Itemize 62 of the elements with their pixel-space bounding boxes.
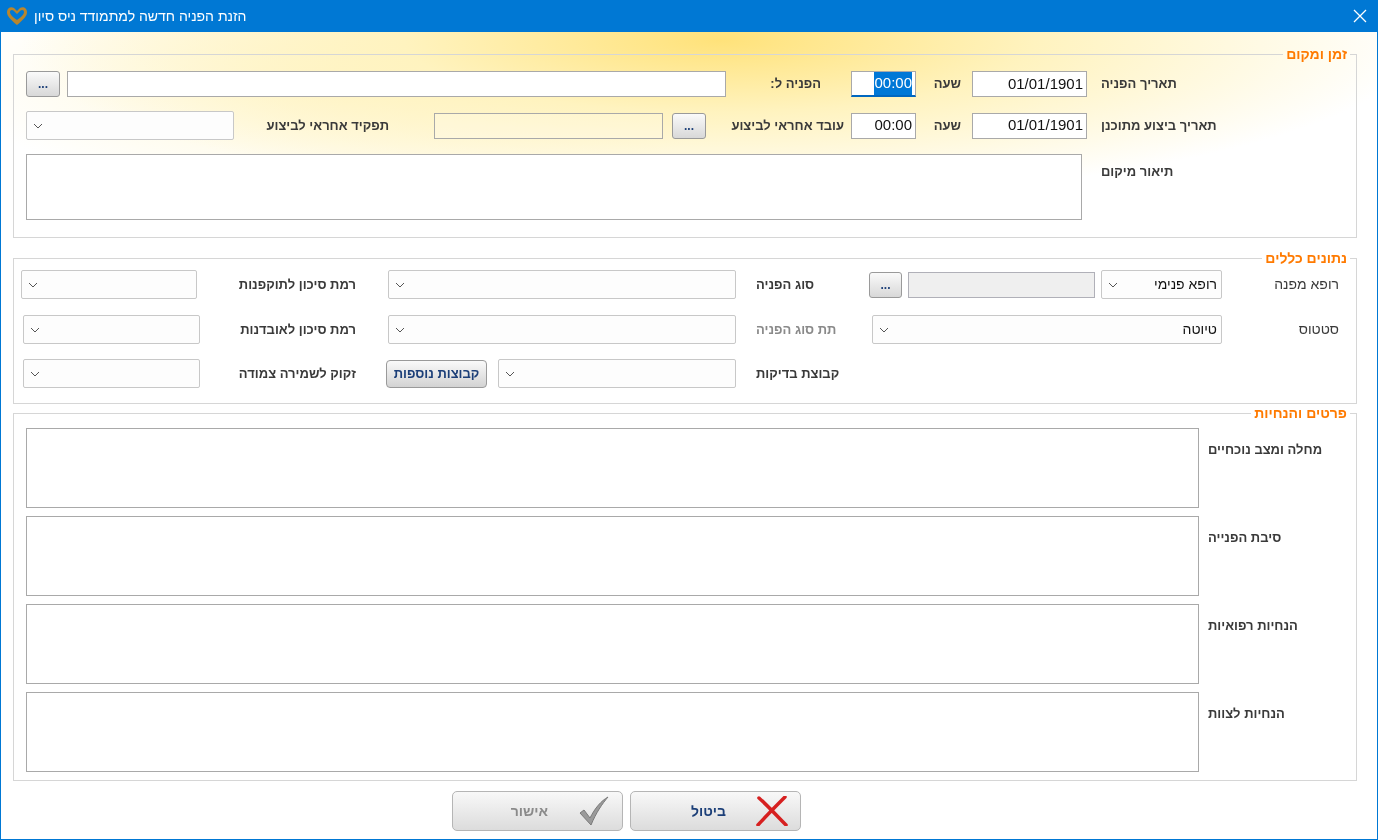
chevron-icon (28, 281, 38, 288)
browse-button[interactable]: ... (672, 112, 706, 139)
section-title: נתונים כללים (1264, 249, 1348, 267)
field-label: תיאור מיקום (1101, 163, 1175, 181)
input-field[interactable] (434, 112, 663, 139)
checkmark-icon (578, 796, 610, 826)
field-label: קבוצת בדיקות (756, 364, 841, 383)
field-label: רופא מפנה (1273, 275, 1339, 294)
field-label: עובד אחראי לביצוע (730, 116, 844, 135)
dropdown[interactable] (388, 270, 736, 299)
field-label: תפקיד אחראי לביצוע (265, 116, 389, 135)
dropdown[interactable]: טיוטה (872, 315, 1222, 344)
field-label: רמת סיכון לתוקפנות (237, 275, 356, 294)
chevron-icon (879, 326, 889, 333)
window-title: הזנת הפניה חדשה למתמודד ניס סיון (34, 6, 247, 26)
chevron-icon (395, 281, 405, 288)
text-area[interactable] (26, 692, 1199, 772)
time-field[interactable]: 00:00 (851, 112, 916, 139)
dropdown[interactable]: רופא פנימי (1101, 270, 1222, 299)
text-area[interactable] (26, 516, 1199, 596)
dropdown[interactable] (26, 111, 234, 140)
field-label: תת סוג הפניה (756, 320, 838, 339)
chevron-icon (1108, 281, 1118, 288)
browse-button[interactable]: ... (26, 71, 60, 97)
chevron-icon (30, 326, 40, 333)
close-icon (1353, 9, 1367, 23)
field-label: סוג הפניה (756, 275, 816, 294)
dropdown[interactable] (498, 359, 736, 388)
dropdown[interactable] (23, 359, 200, 388)
dropdown[interactable] (21, 270, 197, 299)
field-label: סטטוס (1297, 320, 1339, 339)
input-field[interactable] (67, 71, 726, 97)
field-label: תאריך ביצוע מתוכנן (1101, 116, 1218, 135)
field-label: הפניה ל: (769, 75, 821, 94)
text-area[interactable] (26, 154, 1082, 220)
field-label: רמת סיכון לאובדנות (239, 320, 356, 339)
chevron-icon (395, 326, 405, 333)
x-icon (756, 796, 788, 826)
text-area[interactable] (26, 428, 1199, 508)
date-field[interactable]: 01/01/1901 (972, 71, 1087, 97)
text-area[interactable] (26, 604, 1199, 684)
cancel-button[interactable]: ביטול (630, 791, 801, 831)
date-field[interactable]: 01/01/1901 (972, 112, 1087, 139)
time-field[interactable]: 00:00 (851, 71, 916, 97)
heart-icon (6, 6, 28, 26)
field-label: מחלה ומצב נוכחיים (1208, 441, 1324, 459)
more-groups-button[interactable]: קבוצות נוספות (386, 359, 487, 388)
browse-button[interactable]: ... (869, 271, 902, 298)
field-label: הנחיות לצוות (1208, 705, 1286, 723)
chevron-icon (505, 370, 515, 377)
field-label: הנחיות רפואיות (1208, 617, 1299, 635)
chevron-icon (30, 370, 40, 377)
field-label: שעה (932, 75, 961, 94)
chevron-icon (33, 122, 43, 129)
dropdown[interactable] (23, 315, 200, 344)
section-title: פרטים והנחיות (1253, 404, 1348, 422)
dropdown[interactable] (388, 315, 736, 344)
field-label: תאריך הפניה (1101, 75, 1178, 94)
field-label: סיבת הפנייה (1208, 529, 1283, 547)
field-label: זקוק לשמירה צמודה (237, 364, 356, 383)
field-label: שעה (932, 116, 961, 135)
section-title: זמן ומקום (1285, 45, 1348, 63)
